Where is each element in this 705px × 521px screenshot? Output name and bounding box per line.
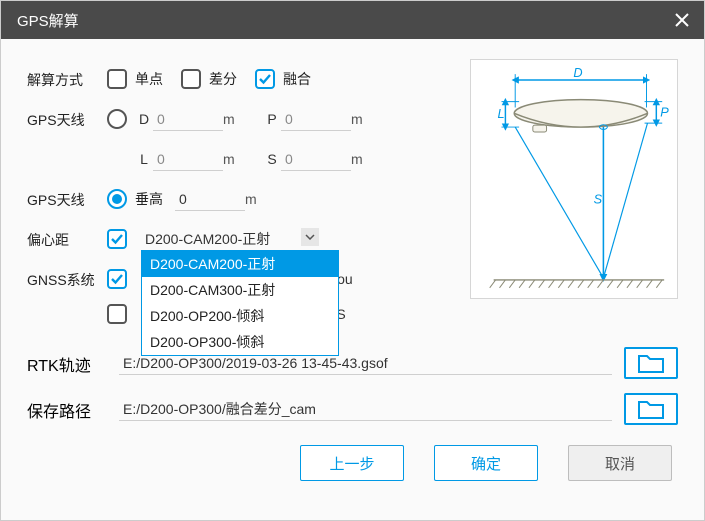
offset-option[interactable]: D200-OP300-倾斜 xyxy=(142,329,338,355)
row-antenna-vertical: GPS天线 垂高 m xyxy=(27,179,450,219)
checkbox-diff[interactable] xyxy=(181,69,201,89)
label-rtk: RTK轨迹 xyxy=(27,350,107,376)
mode-diff[interactable]: 差分 xyxy=(181,69,237,89)
diagram-l-label: L xyxy=(498,106,505,121)
diagram-s-label: S xyxy=(594,192,603,207)
input-vertical[interactable] xyxy=(175,188,245,211)
label-antenna2: GPS天线 xyxy=(27,188,107,210)
unit-d: m xyxy=(223,111,251,127)
mode-diff-label: 差分 xyxy=(209,69,237,89)
row-save: 保存路径 xyxy=(27,393,678,425)
row-rtk: RTK轨迹 xyxy=(27,347,678,379)
title-bar: GPS解算 xyxy=(1,1,704,39)
offset-option[interactable]: D200-OP200-倾斜 xyxy=(142,303,338,329)
offset-select-box[interactable]: D200-CAM200-正射 xyxy=(141,226,321,253)
check-icon xyxy=(258,72,272,86)
antenna-vertical-label: 垂高 xyxy=(135,189,175,209)
checkbox-gnss-2[interactable] xyxy=(107,304,127,324)
radio-d[interactable] xyxy=(107,109,127,129)
check-icon xyxy=(110,232,124,246)
label-mode: 解算方式 xyxy=(27,68,107,90)
offset-option[interactable]: D200-CAM300-正射 xyxy=(142,277,338,303)
input-p[interactable] xyxy=(281,108,351,131)
checkbox-fusion[interactable] xyxy=(255,69,275,89)
checkbox-gnss-1[interactable] xyxy=(107,269,127,289)
browse-save-button[interactable] xyxy=(624,393,678,425)
dialog-body: 解算方式 单点 差分 融合 xyxy=(1,39,704,520)
offset-option[interactable]: D200-CAM200-正射 xyxy=(142,251,338,277)
mode-single[interactable]: 单点 xyxy=(107,69,163,89)
diagram-d-label: D xyxy=(573,66,582,80)
label-offset: 偏心距 xyxy=(27,228,107,250)
antenna-d-label: D xyxy=(135,111,153,127)
label-antenna1: GPS天线 xyxy=(27,108,107,130)
antenna-p-label: P xyxy=(263,111,281,127)
prev-button[interactable]: 上一步 xyxy=(300,445,404,481)
checkbox-offset[interactable] xyxy=(107,229,127,249)
row-mode: 解算方式 单点 差分 融合 xyxy=(27,59,450,99)
antenna-l-label: L xyxy=(135,151,153,167)
row-antenna-ls: L m S m xyxy=(27,139,450,179)
dialog-title: GPS解算 xyxy=(17,10,666,31)
close-button[interactable] xyxy=(666,4,698,36)
row-antenna-dp: GPS天线 D m P m xyxy=(27,99,450,139)
browse-rtk-button[interactable] xyxy=(624,347,678,379)
button-row: 上一步 确定 取消 xyxy=(27,445,678,481)
gps-dialog: GPS解算 解算方式 单点 差分 xyxy=(0,0,705,521)
unit-vertical: m xyxy=(245,191,273,207)
checkbox-single[interactable] xyxy=(107,69,127,89)
chevron-down-icon xyxy=(301,228,319,246)
unit-p: m xyxy=(351,111,379,127)
unit-l: m xyxy=(223,151,251,167)
check-icon xyxy=(110,272,124,286)
radio-vertical[interactable] xyxy=(107,189,127,209)
mode-single-label: 单点 xyxy=(135,69,163,89)
antenna-s-label: S xyxy=(263,151,281,167)
input-l[interactable] xyxy=(153,148,223,171)
input-save-path[interactable] xyxy=(119,398,612,421)
input-s[interactable] xyxy=(281,148,351,171)
close-icon xyxy=(674,12,690,28)
folder-icon xyxy=(637,398,665,420)
offset-select[interactable]: D200-CAM200-正射 D200-CAM200-正射 D200-CAM30… xyxy=(141,226,321,253)
offset-selected: D200-CAM200-正射 xyxy=(145,229,270,249)
mode-fusion-label: 融合 xyxy=(283,69,311,89)
antenna-diagram: D L P xyxy=(470,59,678,299)
cancel-button[interactable]: 取消 xyxy=(568,445,672,481)
ok-button[interactable]: 确定 xyxy=(434,445,538,481)
folder-icon xyxy=(637,352,665,374)
diagram-p-label: P xyxy=(660,104,669,119)
offset-dropdown: D200-CAM200-正射 D200-CAM300-正射 D200-OP200… xyxy=(141,250,339,356)
label-save: 保存路径 xyxy=(27,396,107,422)
unit-s: m xyxy=(351,151,379,167)
input-d[interactable] xyxy=(153,108,223,131)
mode-fusion[interactable]: 融合 xyxy=(255,69,311,89)
row-offset: 偏心距 D200-CAM200-正射 D200-CAM20 xyxy=(27,219,450,259)
label-gnss: GNSS系统 xyxy=(27,268,107,290)
